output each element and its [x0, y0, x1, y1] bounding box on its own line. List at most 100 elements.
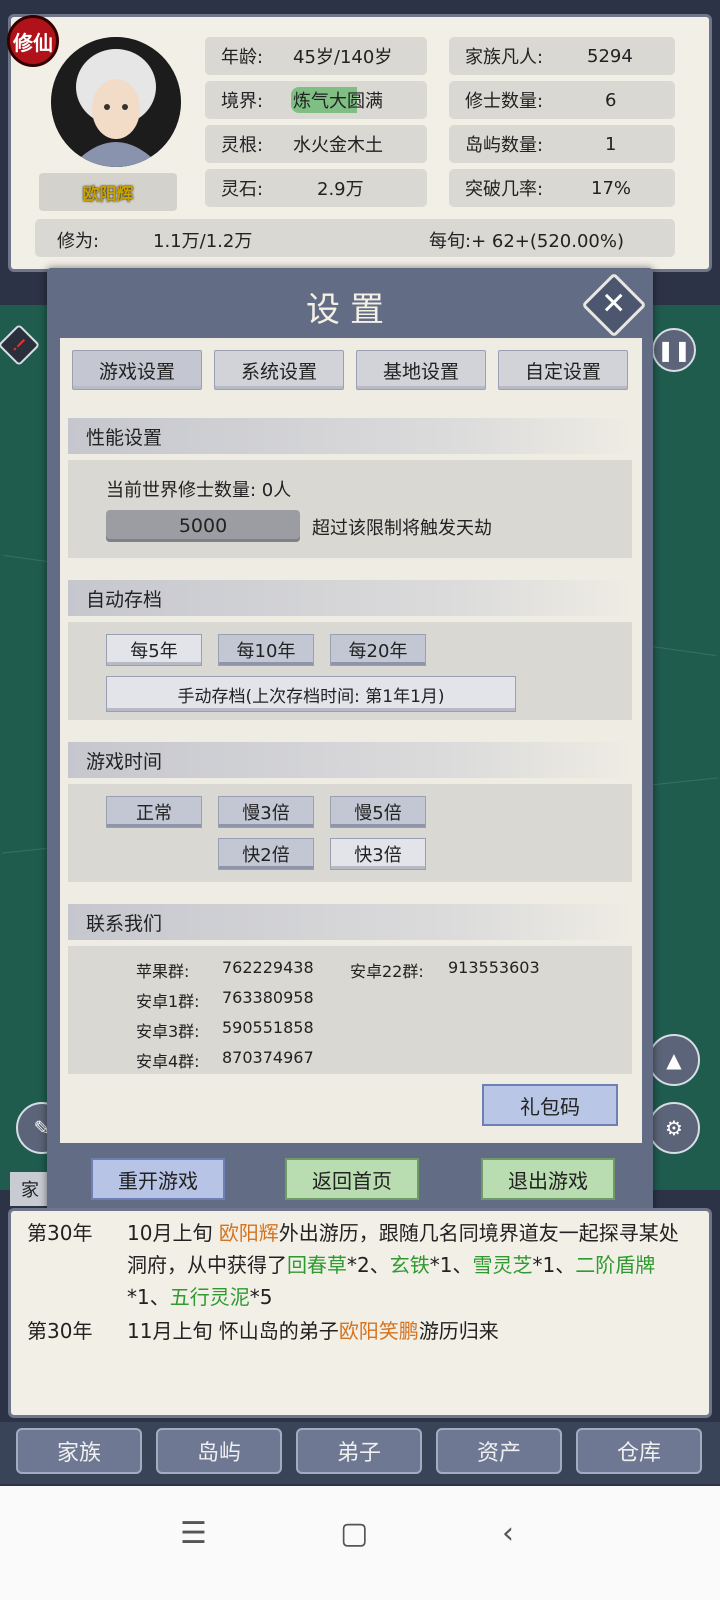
- back-icon[interactable]: ‹: [502, 1516, 514, 1551]
- breakthrough-label: 突破几率:: [465, 179, 544, 200]
- log-item[interactable]: 雪灵芝: [472, 1253, 532, 1277]
- current-cultivator-count: 当前世界修士数量: 0人: [106, 480, 292, 501]
- contact-android4-label: 安卓4群:: [136, 1052, 200, 1071]
- spirit-root-stat: 灵根: 水火金木土: [205, 125, 427, 163]
- log-item[interactable]: 五行灵泥: [170, 1285, 250, 1309]
- spirit-stone-label: 灵石:: [221, 179, 264, 200]
- game-time-section: 正常 慢3倍 慢5倍 快2倍 快3倍: [68, 784, 632, 882]
- cultivation-label: 修为:: [57, 231, 100, 252]
- autosave-section: 每5年 每10年 每20年 手动存档(上次存档时间: 第1年1月): [68, 622, 632, 720]
- per-period-gain: 每旬:+ 62+(520.00%): [429, 231, 624, 252]
- log-text: 11月上旬 怀山岛的弟子: [127, 1319, 339, 1343]
- realm-stat: 境界: 炼气大圆满: [205, 81, 427, 119]
- contact-android1-label: 安卓1群:: [136, 992, 200, 1011]
- speed-normal-button[interactable]: 正常: [106, 796, 202, 828]
- realm-label: 境界:: [221, 91, 264, 112]
- performance-header: 性能设置: [68, 418, 632, 454]
- speed-fast2-button[interactable]: 快2倍: [218, 838, 314, 870]
- spirit-root-label: 灵根:: [221, 135, 264, 156]
- menu-icon[interactable]: ☰: [180, 1516, 207, 1551]
- contact-android1-value: 763380958: [222, 988, 314, 1007]
- xiuxian-badge: 修仙: [7, 15, 59, 67]
- nav-islands[interactable]: 岛屿: [156, 1428, 282, 1474]
- nav-assets[interactable]: 资产: [436, 1428, 562, 1474]
- character-portrait-icon: [51, 37, 181, 167]
- map-icon[interactable]: ▲: [648, 1034, 700, 1086]
- log-entry-year: 第30年: [27, 1221, 93, 1245]
- log-text: 10月上旬: [127, 1221, 219, 1245]
- modal-title: 设置: [306, 290, 394, 330]
- tab-system-settings[interactable]: 系统设置: [214, 350, 344, 390]
- contact-android3-value: 590551858: [222, 1018, 314, 1037]
- log-item[interactable]: 玄铁: [390, 1253, 430, 1277]
- spirit-root-value: 水火金木土: [293, 135, 383, 156]
- breakthrough-stat: 突破几率: 17%: [449, 169, 675, 207]
- nav-warehouse[interactable]: 仓库: [576, 1428, 702, 1474]
- family-mortals-stat: 家族凡人: 5294: [449, 37, 675, 75]
- speed-fast3-button[interactable]: 快3倍: [330, 838, 426, 870]
- speed-slow5-button[interactable]: 慢5倍: [330, 796, 426, 828]
- tab-custom-settings[interactable]: 自定设置: [498, 350, 628, 390]
- return-home-button[interactable]: 返回首页: [285, 1158, 419, 1200]
- tab-base-settings[interactable]: 基地设置: [356, 350, 486, 390]
- autosave-10y-button[interactable]: 每10年: [218, 634, 314, 666]
- pause-button[interactable]: ❚❚: [652, 328, 696, 372]
- island-count-label: 岛屿数量:: [465, 135, 544, 156]
- age-value: 45岁/140岁: [293, 47, 393, 68]
- cultivator-count-label: 修士数量:: [465, 91, 544, 112]
- avatar[interactable]: [51, 37, 181, 167]
- log-text: *5: [249, 1285, 273, 1309]
- autosave-header: 自动存档: [68, 580, 632, 616]
- nav-family[interactable]: 家族: [16, 1428, 142, 1474]
- log-item[interactable]: 回春草: [287, 1253, 347, 1277]
- family-mortals-value: 5294: [587, 45, 633, 67]
- tab-game-settings[interactable]: 游戏设置: [72, 350, 202, 390]
- partial-tab-family[interactable]: 家: [10, 1172, 50, 1206]
- contact-android3-label: 安卓3群:: [136, 1022, 200, 1041]
- autosave-20y-button[interactable]: 每20年: [330, 634, 426, 666]
- log-person-name[interactable]: 欧阳笑鹏: [339, 1319, 419, 1343]
- quit-game-button[interactable]: 退出游戏: [481, 1158, 615, 1200]
- home-icon[interactable]: ▢: [340, 1516, 368, 1551]
- close-icon: ✕: [601, 286, 627, 322]
- log-entry-year: 第30年: [27, 1319, 93, 1343]
- contact-section: 苹果群: 762229438 安卓22群: 913553603 安卓1群: 76…: [68, 946, 632, 1074]
- event-log: 第30年 10月上旬 欧阳辉外出游历，跟随几名同境界道友一起探寻某处洞府，从中获…: [8, 1208, 712, 1418]
- island-count-stat: 岛屿数量: 1: [449, 125, 675, 163]
- spirit-stone-stat: 灵石: 2.9万: [205, 169, 427, 207]
- breakthrough-value: 17%: [591, 177, 632, 199]
- manual-save-button[interactable]: 手动存档(上次存档时间: 第1年1月): [106, 676, 516, 712]
- character-name: 欧阳辉: [39, 173, 177, 211]
- cultivator-limit-input[interactable]: 5000: [106, 510, 300, 542]
- log-text: *1、: [429, 1253, 473, 1277]
- nav-disciples[interactable]: 弟子: [296, 1428, 422, 1474]
- autosave-5y-button[interactable]: 每5年: [106, 634, 202, 666]
- log-text: *1、: [127, 1285, 170, 1309]
- contact-ios-value: 762229438: [222, 958, 314, 977]
- log-person-name[interactable]: 欧阳辉: [219, 1221, 279, 1245]
- log-entry-text: 10月上旬 欧阳辉外出游历，跟随几名同境界道友一起探寻某处洞府，从中获得了回春草…: [127, 1217, 697, 1313]
- contact-header: 联系我们: [68, 904, 632, 940]
- speed-slow3-button[interactable]: 慢3倍: [218, 796, 314, 828]
- log-text: *1、: [532, 1253, 576, 1277]
- modal-body: 游戏设置 系统设置 基地设置 自定设置 性能设置 当前世界修士数量: 0人 50…: [60, 338, 642, 1143]
- log-text: 游历归来: [418, 1319, 499, 1343]
- spirit-stone-value: 2.9万: [317, 179, 364, 200]
- cultivation-bar: 修为: 1.1万/1.2万 每旬:+ 62+(520.00%): [35, 219, 675, 257]
- cultivator-count-stat: 修士数量: 6: [449, 81, 675, 119]
- contact-android22-label: 安卓22群:: [350, 962, 424, 981]
- realm-value: 炼气大圆满: [291, 87, 385, 113]
- cultivation-value: 1.1万/1.2万: [153, 231, 253, 252]
- cultivator-count-value: 6: [605, 89, 617, 111]
- family-mortals-label: 家族凡人:: [465, 47, 544, 68]
- game-time-header: 游戏时间: [68, 742, 632, 778]
- bottom-nav: 家族 岛屿 弟子 资产 仓库: [0, 1422, 720, 1484]
- contact-ios-label: 苹果群:: [136, 962, 190, 981]
- character-status-panel: 修仙 欧阳辉 年龄: 45岁/140岁 境界: 炼气大圆满 灵根: 水火金木土 …: [7, 14, 712, 272]
- performance-section: 当前世界修士数量: 0人 5000 超过该限制将触发天劫: [68, 460, 632, 558]
- restart-game-button[interactable]: 重开游戏: [91, 1158, 225, 1200]
- gift-code-button[interactable]: 礼包码: [482, 1084, 618, 1126]
- limit-note: 超过该限制将触发天劫: [312, 518, 492, 539]
- log-item[interactable]: 二阶盾牌: [575, 1253, 655, 1277]
- settings-gear-icon[interactable]: ⚙: [648, 1102, 700, 1154]
